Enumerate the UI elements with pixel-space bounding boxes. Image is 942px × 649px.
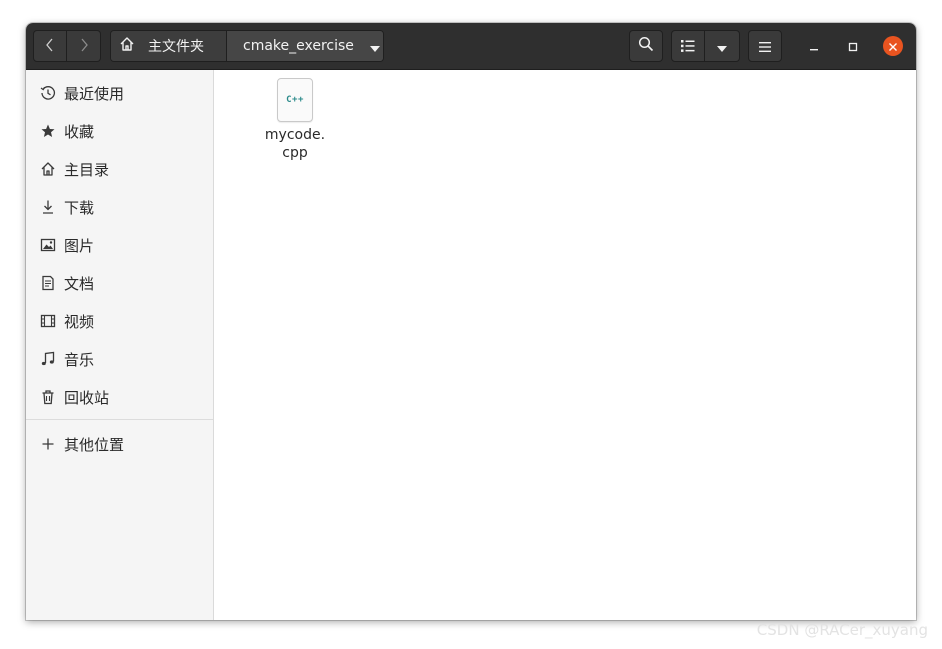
file-manager-window: 主文件夹 cmake_exercise 最近使用 收藏 主目录 下载 图片 文档… [26,23,916,620]
list-view-icon [681,37,695,56]
sidebar: 最近使用 收藏 主目录 下载 图片 文档 视频 音乐 回收站 其他位置 [26,70,214,620]
path-bar: 主文件夹 cmake_exercise [110,30,384,62]
sidebar-item-videos[interactable]: 视频 [26,302,213,340]
maximize-button[interactable] [843,36,863,56]
close-button[interactable] [883,36,903,56]
sidebar-item-label: 视频 [64,312,95,331]
cpp-file-icon: C++ [277,78,313,122]
search-icon [638,36,654,56]
file-name: mycode. cpp [264,127,326,161]
image-icon [40,237,56,253]
minimize-button[interactable] [804,36,824,56]
home-icon [40,161,56,177]
sidebar-item-home[interactable]: 主目录 [26,150,213,188]
music-icon [40,351,56,367]
view-options-button[interactable] [705,30,740,62]
download-icon [40,199,56,215]
file-icon-label: C++ [286,95,304,105]
sidebar-item-documents[interactable]: 文档 [26,264,213,302]
sidebar-item-label: 主目录 [64,160,110,179]
sidebar-item-recent[interactable]: 最近使用 [26,74,213,112]
video-icon [40,313,56,329]
sidebar-item-trash[interactable]: 回收站 [26,378,213,416]
sidebar-item-label: 其他位置 [64,435,125,454]
path-current-folder-button[interactable]: cmake_exercise [227,31,383,61]
sidebar-item-label: 文档 [64,274,95,293]
back-button[interactable] [33,30,67,62]
document-icon [40,275,56,291]
sidebar-item-music[interactable]: 音乐 [26,340,213,378]
minimize-icon [809,37,819,56]
maximize-icon [848,37,858,56]
path-home-label: 主文件夹 [148,39,204,55]
file-item[interactable]: C++ mycode. cpp [260,78,330,162]
chevron-left-icon [45,37,55,56]
sidebar-item-other-locations[interactable]: 其他位置 [26,425,213,463]
forward-button[interactable] [67,30,101,62]
list-view-button[interactable] [671,30,705,62]
search-button[interactable] [629,30,663,62]
chevron-right-icon [79,37,89,56]
close-icon [888,37,898,56]
sidebar-item-label: 图片 [64,236,95,255]
caret-down-icon [717,37,727,56]
plus-icon [40,436,56,452]
sidebar-item-label: 音乐 [64,350,95,369]
hamburger-menu-icon [759,37,771,56]
sidebar-item-label: 最近使用 [64,84,125,103]
sidebar-item-pictures[interactable]: 图片 [26,226,213,264]
path-current-label: cmake_exercise [243,38,354,54]
sidebar-item-label: 收藏 [64,122,95,141]
home-icon [119,36,135,56]
star-icon [40,123,56,139]
header-bar: 主文件夹 cmake_exercise [26,23,916,70]
watermark: CSDN @RACer_xuyang [756,621,928,639]
file-view: C++ mycode. cpp [215,70,916,620]
sidebar-divider [26,419,213,420]
caret-down-icon [369,37,380,56]
sidebar-item-downloads[interactable]: 下载 [26,188,213,226]
sidebar-item-starred[interactable]: 收藏 [26,112,213,150]
sidebar-item-label: 回收站 [64,388,110,407]
trash-icon [40,389,56,405]
clock-icon [40,85,56,101]
menu-button[interactable] [748,30,782,62]
path-home-button[interactable]: 主文件夹 [111,31,227,61]
sidebar-item-label: 下载 [64,198,95,217]
